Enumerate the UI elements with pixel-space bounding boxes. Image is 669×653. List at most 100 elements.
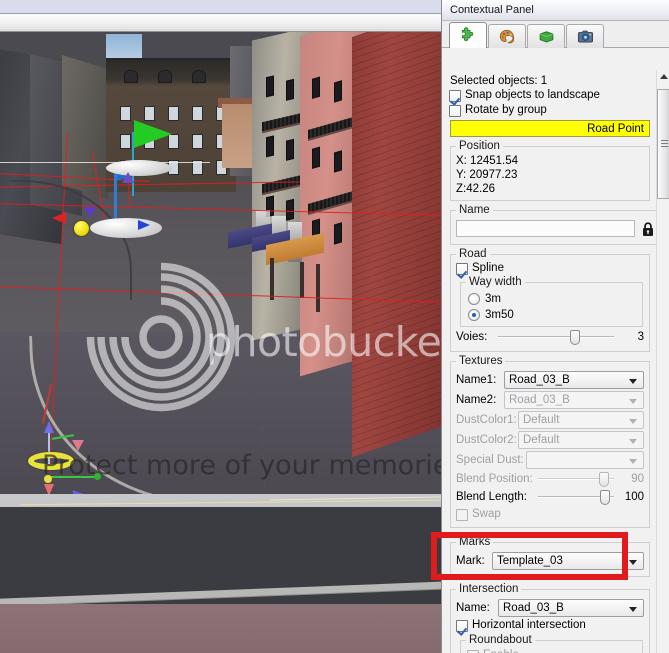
scene-render-area[interactable]: photobucket Protect more of your memorie… bbox=[0, 32, 441, 653]
blend-position-row: Blend Position: 90 bbox=[456, 471, 644, 487]
texture-name2-row: Name2: Road_03_B bbox=[456, 391, 644, 409]
texture-name1-label: Name1: bbox=[456, 374, 497, 386]
way-width-radio-3m[interactable] bbox=[468, 293, 480, 305]
marks-group: Marks Mark: Template_03 bbox=[450, 536, 650, 577]
way-width-label-3m50: 3m50 bbox=[485, 309, 514, 321]
tab-materials[interactable] bbox=[488, 24, 526, 48]
mark-row[interactable]: Mark: Template_03 bbox=[456, 552, 644, 570]
lanes-slider-thumb[interactable] bbox=[569, 330, 580, 345]
chevron-down-icon bbox=[629, 560, 637, 565]
horizontal-intersection-row[interactable]: Horizontal intersection bbox=[456, 619, 644, 632]
intersection-name-combo[interactable]: Road_03_B bbox=[498, 599, 644, 617]
rotate-by-group-row[interactable]: Rotate by group bbox=[449, 104, 651, 117]
snap-to-landscape-checkbox[interactable] bbox=[449, 89, 461, 102]
texture-name1-combo[interactable]: Road_03_B bbox=[504, 371, 644, 389]
panel-body: Selected objects: 1 Snap objects to land… bbox=[442, 21, 669, 653]
position-legend: Position bbox=[459, 140, 500, 152]
swap-checkbox[interactable] bbox=[456, 508, 468, 521]
spline-label: Spline bbox=[472, 262, 504, 274]
blend-length-slider[interactable] bbox=[538, 489, 614, 505]
blend-position-slider bbox=[538, 471, 614, 487]
panel-content: Selected objects: 1 Snap objects to land… bbox=[442, 70, 657, 653]
axis-arrow-red[interactable] bbox=[52, 212, 66, 224]
roundabout-enable-row[interactable]: Enable bbox=[467, 649, 637, 653]
mark-value: Template_03 bbox=[497, 555, 563, 567]
spline-row[interactable]: Spline bbox=[456, 262, 644, 275]
blend-length-row[interactable]: Blend Length: 100 bbox=[456, 489, 644, 505]
lanes-row[interactable]: Voies: 3 bbox=[456, 329, 644, 345]
panel-vertical-scrollbar[interactable] bbox=[656, 70, 669, 653]
object-name-input[interactable] bbox=[456, 220, 635, 237]
roundabout-enable-label: Enable bbox=[483, 649, 519, 653]
snap-to-landscape-row[interactable]: Snap objects to landscape bbox=[449, 89, 651, 102]
object-type-banner: Road Point bbox=[450, 120, 650, 137]
texture-name2-combo: Road_03_B bbox=[504, 391, 644, 409]
texture-name2-value: Road_03_B bbox=[509, 394, 570, 406]
tab-objects[interactable] bbox=[449, 22, 487, 48]
roundabout-enable-checkbox[interactable] bbox=[467, 649, 479, 653]
scroll-up-arrow-icon[interactable] bbox=[660, 74, 668, 79]
selected-objects-count: 1 bbox=[540, 75, 548, 87]
blend-position-label: Blend Position: bbox=[456, 473, 533, 485]
road-legend: Road bbox=[459, 248, 487, 260]
chevron-down-icon bbox=[629, 607, 637, 612]
dust-color1-row: DustColor1: Default bbox=[456, 411, 644, 429]
dust-color1-combo: Default bbox=[518, 411, 644, 429]
dust-color1-value: Default bbox=[523, 414, 560, 426]
marker-ring-upper bbox=[106, 160, 172, 176]
position-x: X: 12451.54 bbox=[456, 155, 519, 167]
axis-arrow-blue[interactable] bbox=[138, 220, 150, 230]
texture-name1-row[interactable]: Name1: Road_03_B bbox=[456, 371, 644, 389]
watermark-tagline: Protect more of your memories for less bbox=[42, 450, 441, 481]
intersection-name-value: Road_03_B bbox=[503, 602, 564, 614]
horizontal-intersection-label: Horizontal intersection bbox=[472, 619, 586, 631]
dust-color2-row: DustColor2: Default bbox=[456, 431, 644, 449]
lanes-slider-track bbox=[498, 336, 614, 338]
way-width-label-3m: 3m bbox=[485, 293, 501, 305]
roundabout-legend: Roundabout bbox=[469, 634, 532, 646]
rotate-by-group-checkbox[interactable] bbox=[449, 104, 461, 117]
way-width-option-3m50[interactable]: 3m50 bbox=[468, 309, 637, 321]
spline-checkbox[interactable] bbox=[456, 262, 468, 275]
mark-combo[interactable]: Template_03 bbox=[492, 552, 644, 570]
intersection-name-row[interactable]: Name: Road_03_B bbox=[456, 599, 644, 617]
lock-icon[interactable] bbox=[639, 220, 656, 237]
position-group: Position X: 12451.54 Y: 20977.23 Z:42.26 bbox=[450, 140, 650, 201]
puzzle-piece-icon bbox=[461, 27, 473, 42]
marker-ring-lower bbox=[90, 218, 162, 238]
name-group: Name bbox=[450, 204, 657, 245]
tab-camera[interactable] bbox=[566, 24, 604, 48]
building-small bbox=[222, 104, 256, 168]
panel-titlebar: Contextual Panel bbox=[442, 0, 669, 21]
green-direction-flag[interactable] bbox=[134, 120, 172, 148]
blend-length-thumb[interactable] bbox=[600, 490, 611, 505]
gizmo-arrow-up[interactable] bbox=[44, 421, 54, 433]
roundabout-group: Roundabout Enable bbox=[460, 634, 643, 653]
viewport-toolbar[interactable] bbox=[0, 13, 441, 32]
way-width-radio-3m50[interactable] bbox=[468, 309, 480, 321]
special-dust-combo bbox=[526, 451, 644, 469]
axis-arrow-purple[interactable] bbox=[122, 172, 134, 183]
way-width-option-3m[interactable]: 3m bbox=[468, 293, 637, 305]
panel-tabstrip bbox=[442, 21, 669, 48]
axis-arrow-purple-2[interactable] bbox=[84, 207, 96, 218]
tab-terrain[interactable] bbox=[527, 24, 565, 48]
selected-road-node[interactable] bbox=[74, 221, 89, 236]
horizontal-intersection-checkbox[interactable] bbox=[456, 619, 468, 632]
pavement-bottom bbox=[0, 604, 441, 653]
object-type-label: Road Point bbox=[587, 122, 644, 135]
dust-color2-value: Default bbox=[523, 434, 560, 446]
3d-scene-viewport[interactable]: photobucket Protect more of your memorie… bbox=[0, 0, 441, 653]
swap-row[interactable]: Swap bbox=[456, 508, 644, 521]
mark-label: Mark: bbox=[456, 555, 485, 567]
lanes-slider[interactable] bbox=[498, 329, 614, 345]
chevron-down-icon bbox=[629, 419, 637, 424]
watermark-text: photobucket bbox=[206, 318, 441, 366]
blend-position-value: 90 bbox=[631, 473, 644, 485]
scrollbar-thumb[interactable] bbox=[657, 89, 669, 199]
blend-length-label: Blend Length: bbox=[456, 491, 527, 503]
dust-color2-combo: Default bbox=[518, 431, 644, 449]
position-z: Z:42.26 bbox=[456, 183, 495, 195]
position-y: Y: 20977.23 bbox=[456, 169, 518, 181]
camera-icon bbox=[577, 30, 593, 43]
